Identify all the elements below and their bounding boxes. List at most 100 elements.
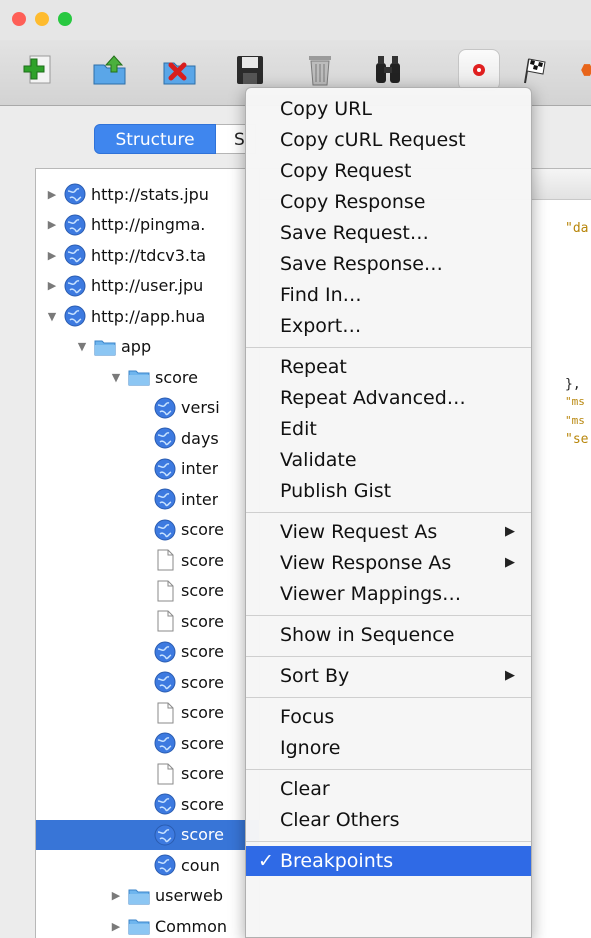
tree-row-label: days [181,428,219,448]
tree-row[interactable]: days [36,423,259,453]
tree-row-label: score [181,825,224,844]
menu-item-export[interactable]: Export… [246,311,531,341]
code-line: "da [565,221,589,236]
tree-row[interactable]: score [36,545,259,575]
tree-row[interactable]: ▶ userweb [36,881,259,911]
clear-session-button[interactable] [302,52,338,88]
menu-item-ignore[interactable]: Ignore [246,733,531,763]
record-button[interactable] [458,49,500,91]
close-session-icon [163,62,196,85]
menu-item-clear[interactable]: Clear [246,774,531,804]
open-session-button[interactable] [92,52,128,88]
menu-item-label: Copy cURL Request [280,129,466,151]
tree-row[interactable]: ▼ app [36,332,259,362]
close-session-button[interactable] [162,52,198,88]
tree-row-label: app [121,337,152,356]
tree-row[interactable]: score [36,576,259,606]
menu-item-viewer-mappings[interactable]: Viewer Mappings… [246,579,531,609]
menu-item-copy-url[interactable]: Copy URL [246,94,531,124]
structure-tab[interactable]: Structure [94,124,216,154]
disclosure-open-icon[interactable]: ▼ [46,310,58,323]
menu-item-label: Repeat Advanced… [280,387,466,409]
zoom-window-button[interactable] [58,12,72,26]
menu-item-repeat-advanced[interactable]: Repeat Advanced… [246,383,531,413]
tree-row[interactable]: score [36,698,259,728]
menu-item-copy-request[interactable]: Copy Request [246,156,531,186]
tree-row[interactable]: score [36,606,259,636]
menu-item-clear-others[interactable]: Clear Others [246,805,531,835]
tree-row[interactable]: ▶ http://user.jpu [36,271,259,301]
disclosure-closed-icon[interactable]: ▶ [46,249,58,262]
menu-item-copy-response[interactable]: Copy Response [246,187,531,217]
save-session-button[interactable] [232,52,268,88]
throttle-button[interactable] [518,52,554,88]
tree-row[interactable]: score [36,728,259,758]
menu-item-label: View Response As [280,552,452,574]
menu-item-sort-by[interactable]: Sort By ▶ [246,661,531,691]
disclosure-open-icon[interactable]: ▼ [110,371,122,384]
menu-separator [246,615,531,616]
structure-tree[interactable]: ▶ http://stats.jpu ▶ http://pingma. ▶ http://… [35,168,260,938]
menu-item-focus[interactable]: Focus [246,702,531,732]
disclosure-closed-icon[interactable]: ▶ [46,218,58,231]
tree-row[interactable]: ▶ http://stats.jpu [36,179,259,209]
globe-icon [154,427,176,449]
minimize-window-button[interactable] [35,12,49,26]
menu-item-show-in-sequence[interactable]: Show in Sequence [246,620,531,650]
breakpoint-toolbar-button[interactable] [580,52,591,88]
tree-row[interactable]: ▶ Common [36,911,259,938]
menu-separator [246,841,531,842]
tree-row[interactable]: score [36,819,259,850]
menu-item-save-request[interactable]: Save Request… [246,218,531,248]
menu-item-label: Clear Others [280,809,400,831]
menu-item-find-in[interactable]: Find In… [246,280,531,310]
tree-row[interactable]: ▼ score [36,362,259,392]
menu-item-validate[interactable]: Validate [246,445,531,475]
clear-trash-icon [309,56,331,86]
close-window-button[interactable] [12,12,26,26]
submenu-arrow-icon: ▶ [505,668,515,683]
menu-item-label: Sort By [280,665,350,687]
tree-row-label: score [155,367,198,387]
tree-row[interactable]: score [36,789,259,819]
menu-item-edit[interactable]: Edit [246,414,531,444]
menu-item-breakpoints[interactable]: ✓ Breakpoints [246,846,531,876]
menu-item-copy-curl-request[interactable]: Copy cURL Request [246,125,531,155]
tree-row[interactable]: ▶ http://pingma. [36,210,259,240]
tree-row[interactable]: coun [36,850,259,880]
tree-row-label: score [181,733,224,753]
globe-icon [154,458,176,479]
menu-item-view-request-as[interactable]: View Request As ▶ [246,517,531,547]
tree-row[interactable]: ▼ http://app.hua [36,301,259,331]
disclosure-closed-icon[interactable]: ▶ [46,188,58,201]
tree-row[interactable]: score [36,515,259,545]
menu-item-label: Repeat [280,356,347,378]
tree-row[interactable]: inter [36,454,259,484]
tree-row[interactable]: inter [36,484,259,514]
title-bar [0,0,591,40]
menu-separator [246,512,531,513]
disclosure-closed-icon[interactable]: ▶ [46,279,58,292]
menu-item-repeat[interactable]: Repeat [246,352,531,382]
menu-item-label: Show in Sequence [280,624,455,646]
tree-row[interactable]: score [36,637,259,667]
menu-separator [246,769,531,770]
menu-item-save-response[interactable]: Save Response… [246,249,531,279]
new-session-button[interactable] [20,52,56,88]
menu-item-view-response-as[interactable]: View Response As ▶ [246,548,531,578]
tree-row-label: score [181,550,224,570]
tree-row[interactable]: ▶ http://tdcv3.ta [36,240,259,270]
tree-row[interactable]: score [36,759,259,789]
tree-row[interactable]: score [36,667,259,697]
tree-row-label: versi [181,398,220,417]
menu-separator [246,656,531,657]
menu-item-label: Save Response… [280,253,443,275]
disclosure-closed-icon[interactable]: ▶ [110,920,122,933]
disclosure-closed-icon[interactable]: ▶ [110,889,122,902]
disclosure-open-icon[interactable]: ▼ [76,340,88,353]
menu-item-label: Focus [280,706,335,728]
find-button[interactable] [370,52,406,88]
tree-row[interactable]: versi [36,393,259,423]
menu-item-label: Edit [280,418,317,440]
menu-item-publish-gist[interactable]: Publish Gist [246,476,531,506]
